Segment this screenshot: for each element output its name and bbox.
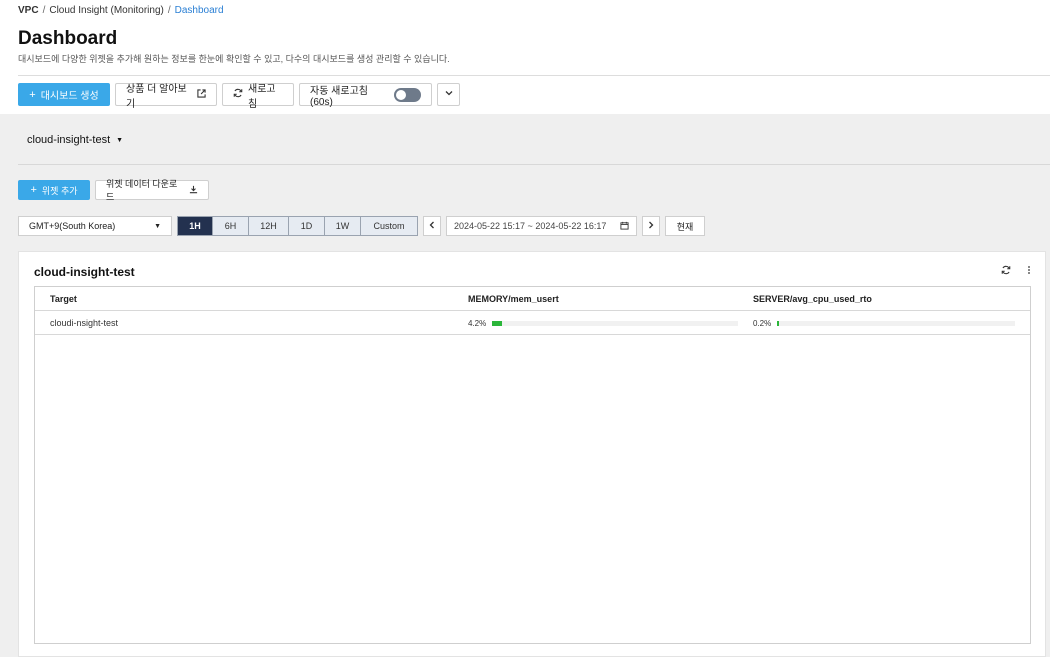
toolbar: + 대시보드 생성 상품 더 알아보기 새로고침 자동 새로고침(60s) (18, 83, 460, 110)
memory-cell: 4.2% (468, 311, 738, 335)
dashboard-select-value: cloud-insight-test (27, 134, 111, 146)
calendar-icon (620, 221, 629, 232)
add-widget-label: 위젯 추가 (41, 185, 78, 196)
create-dashboard-button[interactable]: + 대시보드 생성 (18, 83, 110, 106)
cpu-bar-fill (777, 320, 779, 326)
range-1h[interactable]: 1H (178, 217, 213, 235)
breadcrumb-item-vpc[interactable]: VPC (18, 5, 39, 16)
timezone-select[interactable]: GMT+9(South Korea) ▼ (18, 216, 172, 236)
column-header-memory: MEMORY/mem_usert (468, 294, 559, 304)
breadcrumb-separator: / (167, 5, 171, 16)
widget-table: Target MEMORY/mem_usert SERVER/avg_cpu_u… (34, 286, 1031, 644)
breadcrumb: VPC / Cloud Insight (Monitoring) / Dashb… (18, 5, 224, 16)
dashboard-content: cloud-insight-test ▼ + 위젯 추가 위젯 데이터 다운로드… (0, 114, 1050, 657)
range-custom[interactable]: Custom (361, 217, 417, 235)
more-options-button[interactable] (437, 83, 460, 106)
memory-bar-fill (492, 320, 503, 326)
refresh-button[interactable]: 새로고침 (222, 83, 294, 110)
auto-refresh-toggle[interactable] (393, 87, 421, 102)
prev-range-button[interactable] (423, 216, 441, 236)
table-header: Target MEMORY/mem_usert SERVER/avg_cpu_u… (35, 287, 1030, 311)
create-dashboard-label: 대시보드 생성 (40, 91, 99, 102)
chevron-left-icon (428, 221, 436, 232)
cpu-value: 0.2% (753, 318, 772, 328)
plus-icon: + (30, 184, 37, 196)
refresh-icon (233, 88, 243, 101)
time-controls: GMT+9(South Korea) ▼ 1H 6H 12H 1D 1W Cus… (18, 216, 705, 236)
refresh-label: 새로고침 (248, 83, 276, 110)
download-label: 위젯 데이터 다운로드 (106, 179, 178, 202)
learn-more-label: 상품 더 알아보기 (126, 83, 187, 110)
now-button[interactable]: 현재 (665, 216, 705, 236)
cpu-bar (777, 320, 1015, 326)
column-header-cpu: SERVER/avg_cpu_used_rto (753, 294, 872, 304)
timezone-value: GMT+9(South Korea) (29, 221, 116, 231)
date-range-input[interactable]: 2024-05-22 15:17 ~ 2024-05-22 16:17 (446, 216, 637, 236)
plus-icon: + (29, 88, 36, 101)
download-widget-data-button[interactable]: 위젯 데이터 다운로드 (95, 179, 209, 202)
breadcrumb-item-dashboard[interactable]: Dashboard (175, 5, 224, 16)
column-header-target: Target (50, 294, 77, 304)
caret-down-icon: ▼ (154, 222, 161, 230)
page-description: 대시보드에 다양한 위젯을 추가해 원하는 정보를 한눈에 확인할 수 있고, … (18, 54, 450, 64)
memory-bar (492, 320, 738, 326)
widget-card: cloud-insight-test Target MEMORY/mem_use… (18, 251, 1046, 657)
auto-refresh-label: 자동 새로고침(60s) (310, 85, 368, 108)
range-6h[interactable]: 6H (213, 217, 249, 235)
more-vertical-icon[interactable] (1027, 265, 1031, 278)
chevron-right-icon (647, 221, 655, 232)
table-row[interactable]: cloudi-nsight-test 4.2% 0.2% (35, 311, 1030, 335)
divider (18, 164, 1050, 165)
breadcrumb-separator: / (42, 5, 46, 16)
divider (18, 75, 1050, 76)
range-12h[interactable]: 12H (249, 217, 289, 235)
row-target: cloudi-nsight-test (50, 318, 119, 328)
time-range-group: 1H 6H 12H 1D 1W Custom (177, 216, 418, 236)
caret-down-icon: ▼ (116, 136, 124, 144)
range-1d[interactable]: 1D (289, 217, 325, 235)
add-widget-button[interactable]: + 위젯 추가 (18, 180, 90, 200)
range-1w[interactable]: 1W (325, 217, 361, 235)
page-title: Dashboard (18, 28, 118, 49)
widget-title: cloud-insight-test (34, 265, 135, 279)
auto-refresh-button[interactable]: 자동 새로고침(60s) (299, 83, 432, 108)
dashboard-select[interactable]: cloud-insight-test ▼ (27, 134, 123, 146)
date-range-value: 2024-05-22 15:17 ~ 2024-05-22 16:17 (454, 221, 607, 231)
cpu-cell: 0.2% (753, 311, 1015, 335)
memory-value: 4.2% (468, 318, 487, 328)
toggle-knob (395, 89, 406, 100)
refresh-icon[interactable] (1001, 265, 1011, 278)
learn-more-button[interactable]: 상품 더 알아보기 (115, 83, 217, 110)
next-range-button[interactable] (642, 216, 660, 236)
chevron-down-icon (444, 88, 454, 101)
widget-actions (1001, 265, 1031, 278)
widget-bar: + 위젯 추가 위젯 데이터 다운로드 (18, 179, 209, 202)
external-link-icon (197, 89, 206, 100)
download-icon (189, 185, 198, 196)
breadcrumb-item-cloud-insight[interactable]: Cloud Insight (Monitoring) (49, 5, 164, 16)
